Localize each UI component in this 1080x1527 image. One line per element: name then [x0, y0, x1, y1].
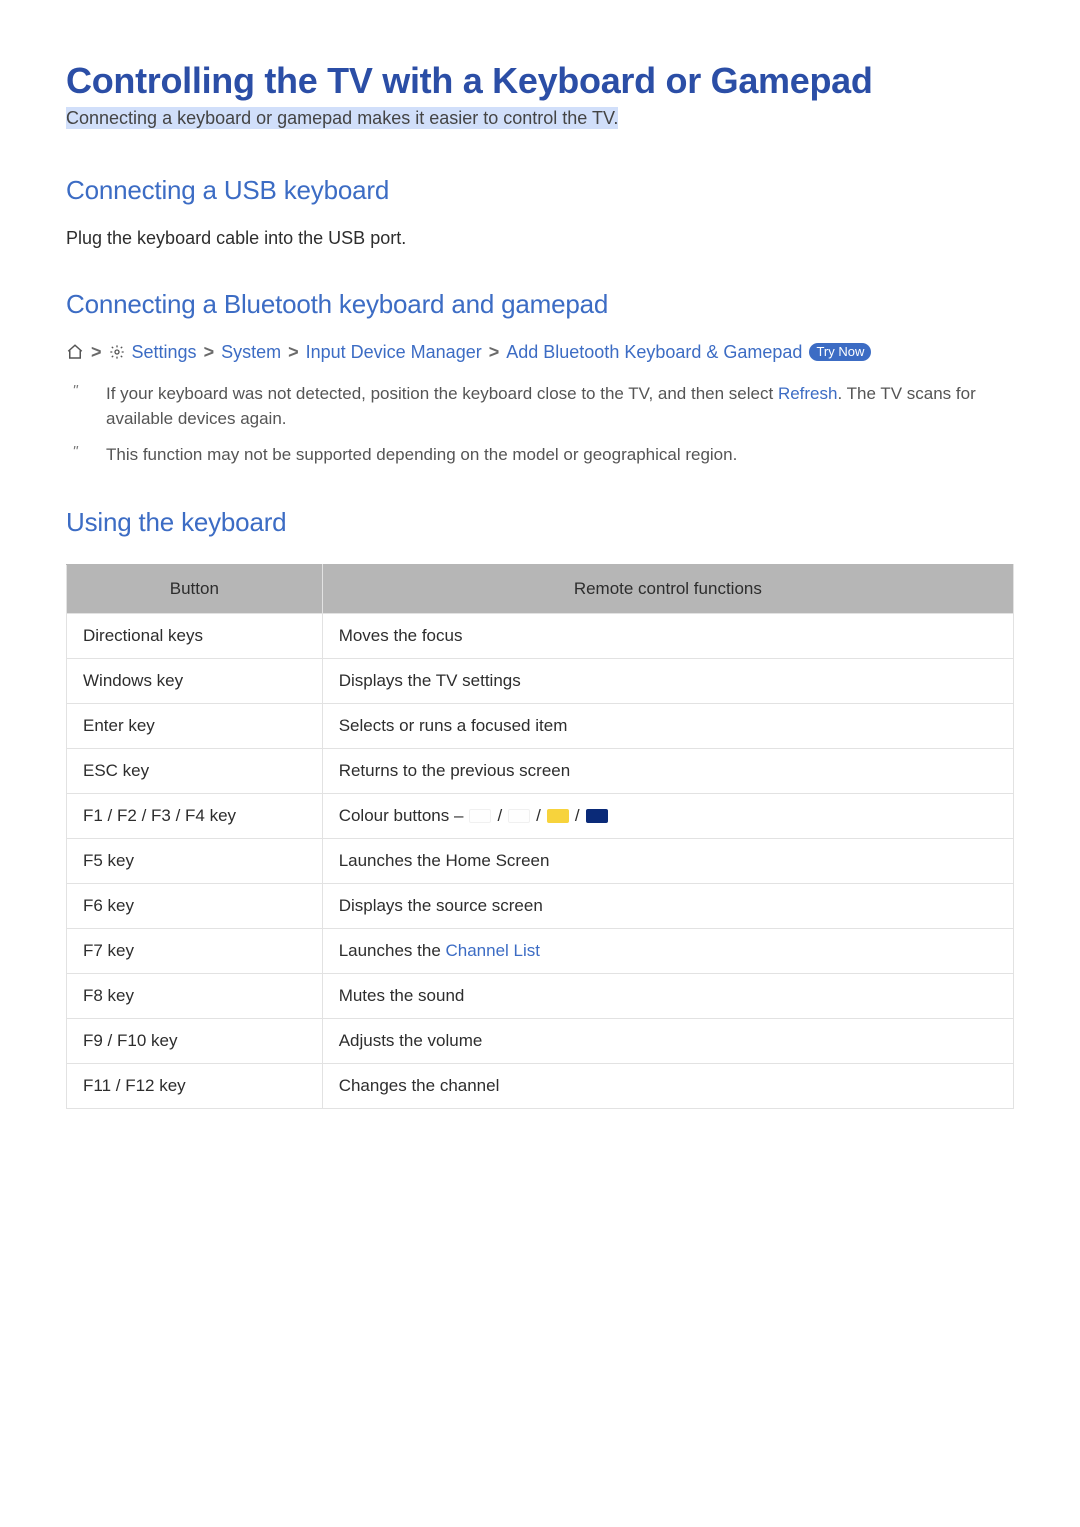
colour-sep: / — [536, 806, 541, 826]
section-heading-usb: Connecting a USB keyboard — [66, 175, 1014, 206]
chevron-icon: > — [489, 342, 500, 363]
th-function: Remote control functions — [322, 565, 1013, 614]
cell-button: F6 key — [67, 884, 323, 929]
table-row: F1 / F2 / F3 / F4 key Colour buttons ‒ /… — [67, 794, 1014, 839]
cell-function: Launches the Home Screen — [322, 839, 1013, 884]
colour-sep: / — [497, 806, 502, 826]
colour-prefix: Colour buttons ‒ — [339, 806, 464, 826]
page-subtitle-wrap: Connecting a keyboard or gamepad makes i… — [66, 106, 1014, 131]
cell-function: Displays the source screen — [322, 884, 1013, 929]
cell-button: Enter key — [67, 704, 323, 749]
note-text-pre: If your keyboard was not detected, posit… — [106, 384, 778, 403]
chevron-icon: > — [91, 342, 102, 363]
cell-button: F1 / F2 / F3 / F4 key — [67, 794, 323, 839]
cell-function: Mutes the sound — [322, 974, 1013, 1019]
cell-button: F5 key — [67, 839, 323, 884]
table-row: F11 / F12 key Changes the channel — [67, 1064, 1014, 1109]
cell-function: Moves the focus — [322, 614, 1013, 659]
refresh-link[interactable]: Refresh — [778, 384, 838, 403]
table-row: Enter key Selects or runs a focused item — [67, 704, 1014, 749]
section-heading-using-keyboard: Using the keyboard — [66, 507, 1014, 538]
table-row: F7 key Launches the Channel List — [67, 929, 1014, 974]
cell-button: Windows key — [67, 659, 323, 704]
cell-function: Adjusts the volume — [322, 1019, 1013, 1064]
note-text: If your keyboard was not detected, posit… — [106, 381, 1014, 432]
cell-button: F7 key — [67, 929, 323, 974]
cell-button: ESC key — [67, 749, 323, 794]
colour-swatch-green — [508, 809, 530, 823]
cell-button: F8 key — [67, 974, 323, 1019]
path-settings[interactable]: Settings — [132, 342, 197, 363]
func-prefix: Launches the — [339, 941, 446, 960]
cell-function: Changes the channel — [322, 1064, 1013, 1109]
chevron-icon: > — [288, 342, 299, 363]
manual-page: Controlling the TV with a Keyboard or Ga… — [0, 0, 1080, 1527]
colour-swatch-red — [469, 809, 491, 823]
table-row: F8 key Mutes the sound — [67, 974, 1014, 1019]
table-row: Directional keys Moves the focus — [67, 614, 1014, 659]
colour-swatch-yellow — [547, 809, 569, 823]
settings-path: > Settings > System > Input Device Manag… — [66, 342, 1014, 363]
page-subtitle: Connecting a keyboard or gamepad makes i… — [66, 107, 618, 129]
cell-function-colour: Colour buttons ‒ / / / — [322, 794, 1013, 839]
channel-list-link[interactable]: Channel List — [446, 941, 541, 960]
cell-function: Selects or runs a focused item — [322, 704, 1013, 749]
note-item: " This function may not be supported dep… — [66, 442, 1014, 468]
th-button: Button — [67, 565, 323, 614]
path-input-device-manager[interactable]: Input Device Manager — [306, 342, 482, 363]
page-title: Controlling the TV with a Keyboard or Ga… — [66, 60, 1014, 102]
table-row: ESC key Returns to the previous screen — [67, 749, 1014, 794]
colour-sep: / — [575, 806, 580, 826]
table-row: Windows key Displays the TV settings — [67, 659, 1014, 704]
note-marker-icon: " — [66, 443, 84, 460]
table-header-row: Button Remote control functions — [67, 565, 1014, 614]
colour-swatch-blue — [586, 809, 608, 823]
note-text: This function may not be supported depen… — [106, 442, 1014, 468]
keyboard-functions-table: Button Remote control functions Directio… — [66, 564, 1014, 1109]
cell-button: Directional keys — [67, 614, 323, 659]
cell-button: F9 / F10 key — [67, 1019, 323, 1064]
cell-function: Launches the Channel List — [322, 929, 1013, 974]
path-system[interactable]: System — [221, 342, 281, 363]
try-now-badge[interactable]: Try Now — [809, 343, 871, 361]
cell-function: Displays the TV settings — [322, 659, 1013, 704]
notes-list: " If your keyboard was not detected, pos… — [66, 381, 1014, 468]
usb-body-text: Plug the keyboard cable into the USB por… — [66, 228, 1014, 249]
home-icon — [66, 343, 84, 361]
cell-button: F11 / F12 key — [67, 1064, 323, 1109]
note-marker-icon: " — [66, 382, 84, 399]
table-row: F5 key Launches the Home Screen — [67, 839, 1014, 884]
note-item: " If your keyboard was not detected, pos… — [66, 381, 1014, 432]
chevron-icon: > — [204, 342, 215, 363]
cell-function: Returns to the previous screen — [322, 749, 1013, 794]
table-row: F6 key Displays the source screen — [67, 884, 1014, 929]
path-add-bluetooth[interactable]: Add Bluetooth Keyboard & Gamepad — [506, 342, 802, 363]
section-heading-bluetooth: Connecting a Bluetooth keyboard and game… — [66, 289, 1014, 320]
gear-icon — [109, 344, 125, 360]
table-row: F9 / F10 key Adjusts the volume — [67, 1019, 1014, 1064]
